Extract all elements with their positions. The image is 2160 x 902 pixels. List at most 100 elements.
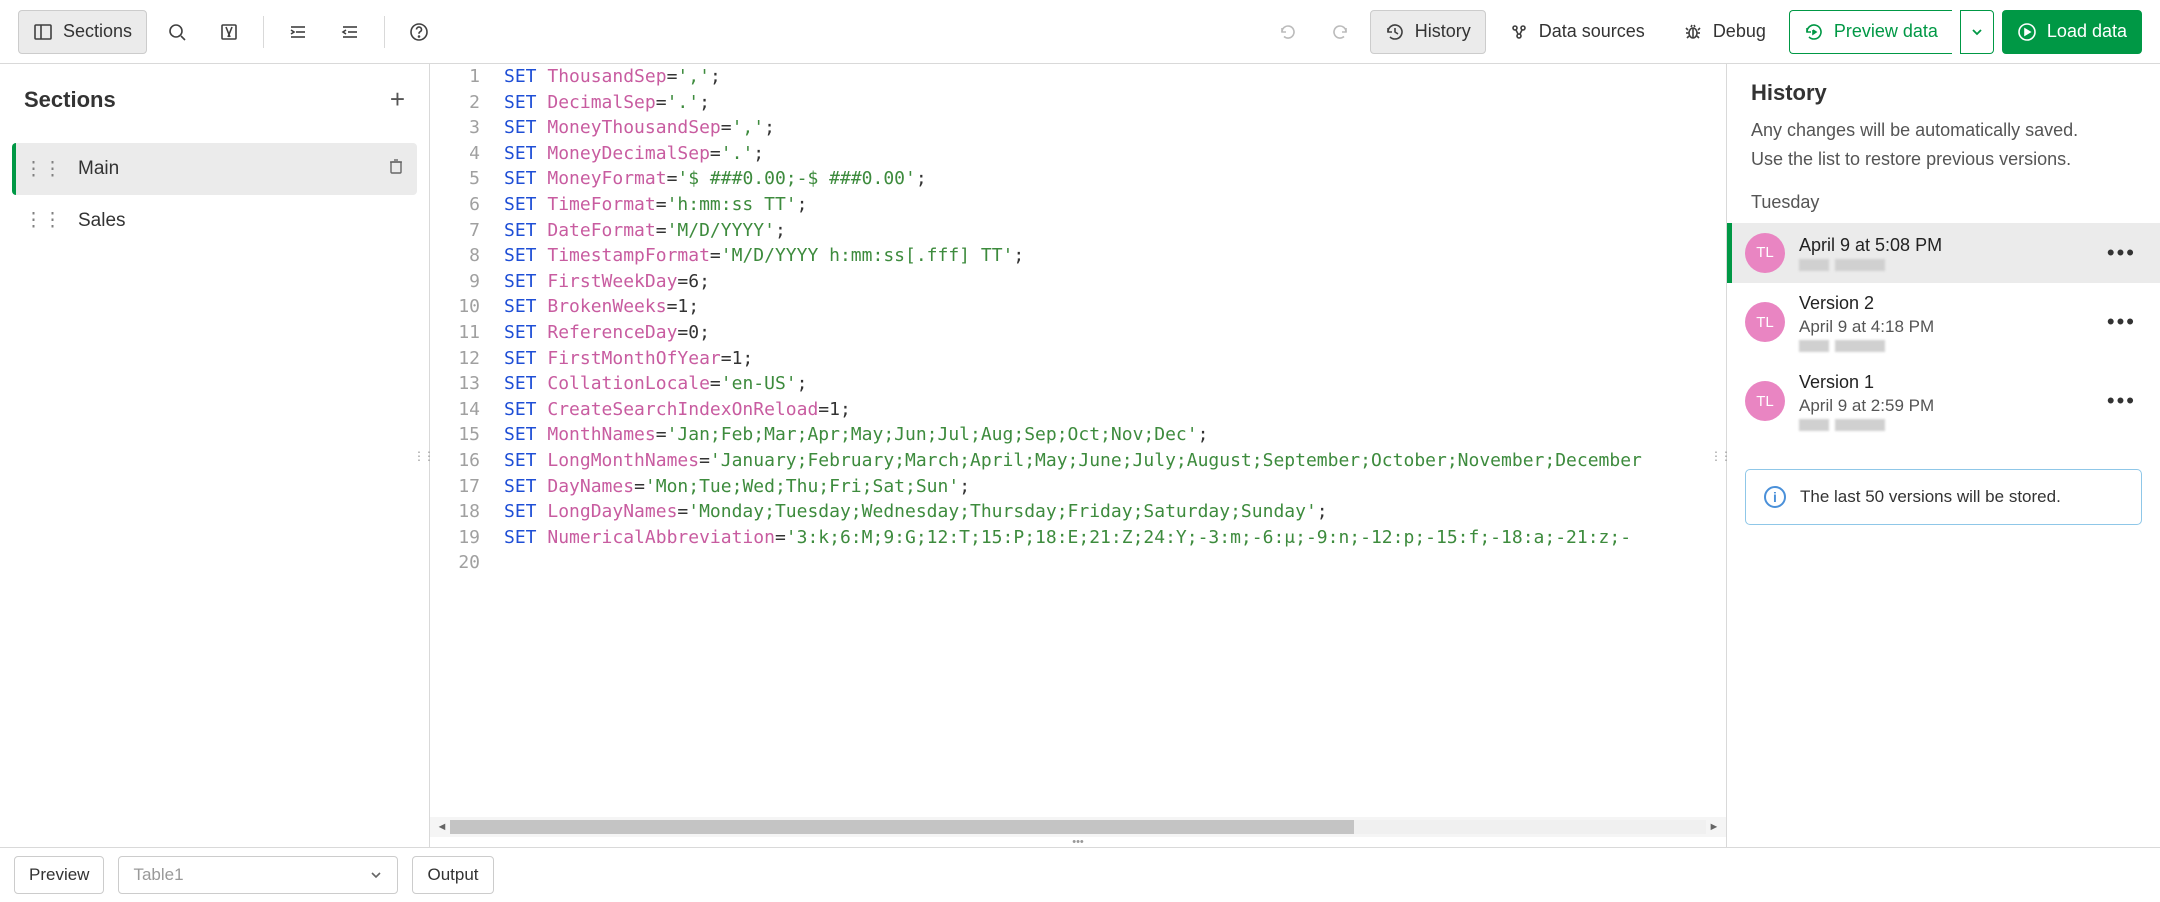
history-button-label: History <box>1415 21 1471 42</box>
code-line[interactable]: SET DayNames='Mon;Tue;Wed;Thu;Fri;Sat;Su… <box>504 474 1726 500</box>
bottom-bar: Preview Table1 Output <box>0 847 2160 902</box>
section-item-label: Main <box>78 158 119 180</box>
search-icon <box>167 22 187 42</box>
history-day-label: Tuesday <box>1751 192 2136 213</box>
code-line[interactable]: SET MoneyDecimalSep='.'; <box>504 141 1726 167</box>
output-tab-button[interactable]: Output <box>412 856 493 894</box>
history-icon <box>1385 22 1405 42</box>
version-timestamp: April 9 at 4:18 PM <box>1799 317 2093 337</box>
undo-icon <box>1278 22 1298 42</box>
version-author-redacted <box>1799 419 2093 431</box>
load-data-button[interactable]: Load data <box>2002 10 2142 54</box>
code-line[interactable]: SET LongDayNames='Monday;Tuesday;Wednesd… <box>504 499 1726 525</box>
code-line[interactable]: SET MoneyThousandSep=','; <box>504 115 1726 141</box>
scroll-right-arrow[interactable]: ► <box>1706 821 1722 833</box>
version-menu-button[interactable]: ••• <box>2107 240 2136 266</box>
code-line[interactable]: SET NumericalAbbreviation='3:k;6:M;9:G;1… <box>504 525 1726 551</box>
splitter-bottom[interactable]: ••• <box>430 837 1726 847</box>
indent-button[interactable] <box>276 10 320 54</box>
data-sources-button[interactable]: Data sources <box>1494 10 1660 54</box>
code-line[interactable]: SET FirstMonthOfYear=1; <box>504 346 1726 372</box>
code-line[interactable]: SET ThousandSep=','; <box>504 64 1726 90</box>
version-item[interactable]: TL Version 2 April 9 at 4:18 PM ••• <box>1727 283 2160 362</box>
comment-toggle-button[interactable] <box>207 10 251 54</box>
drag-handle-icon[interactable]: ⋮⋮ <box>24 158 62 181</box>
info-icon: i <box>1764 486 1786 508</box>
version-item[interactable]: TL Version 1 April 9 at 2:59 PM ••• <box>1727 362 2160 441</box>
redo-icon <box>1330 22 1350 42</box>
preview-tab-button[interactable]: Preview <box>14 856 104 894</box>
code-line[interactable]: SET LongMonthNames='January;February;Mar… <box>504 448 1726 474</box>
code-editor[interactable]: 1234567891011121314151617181920 SET Thou… <box>430 64 1727 847</box>
delete-section-button[interactable] <box>387 157 405 181</box>
code-line[interactable]: SET CreateSearchIndexOnReload=1; <box>504 397 1726 423</box>
drag-handle-icon[interactable]: ⋮⋮ <box>24 209 62 232</box>
preview-data-button[interactable]: Preview data <box>1789 10 1952 54</box>
outdent-icon <box>340 22 360 42</box>
help-button[interactable] <box>397 10 441 54</box>
sections-toggle-button[interactable]: Sections <box>18 10 147 54</box>
code-line[interactable]: SET CollationLocale='en-US'; <box>504 371 1726 397</box>
history-description: Any changes will be automatically saved.… <box>1751 116 2136 174</box>
code-line[interactable]: SET DecimalSep='.'; <box>504 90 1726 116</box>
code-line[interactable]: SET MonthNames='Jan;Feb;Mar;Apr;May;Jun;… <box>504 422 1726 448</box>
sections-title: Sections <box>24 87 116 113</box>
version-menu-button[interactable]: ••• <box>2107 388 2136 414</box>
panel-left-icon <box>33 22 53 42</box>
splitter-right[interactable]: ⋮⋮ <box>1710 449 1730 463</box>
chevron-down-icon <box>369 868 383 882</box>
toolbar-divider <box>384 16 385 48</box>
version-title: April 9 at 5:08 PM <box>1799 235 2093 256</box>
add-section-button[interactable]: + <box>390 84 405 115</box>
code-line[interactable]: SET FirstWeekDay=6; <box>504 269 1726 295</box>
undo-button[interactable] <box>1266 10 1310 54</box>
indent-icon <box>288 22 308 42</box>
table-select[interactable]: Table1 <box>118 856 398 894</box>
data-sources-button-label: Data sources <box>1539 21 1645 42</box>
history-title: History <box>1751 80 2136 106</box>
toolbar-divider <box>263 16 264 48</box>
section-item-sales[interactable]: ⋮⋮ Sales <box>12 195 417 246</box>
scroll-thumb[interactable] <box>450 820 1354 834</box>
code-line[interactable] <box>504 550 1726 576</box>
preview-data-dropdown[interactable] <box>1960 10 1994 54</box>
section-item-label: Sales <box>78 210 126 232</box>
code-line[interactable]: SET BrokenWeeks=1; <box>504 294 1726 320</box>
preview-icon <box>1804 22 1824 42</box>
comment-icon <box>219 22 239 42</box>
help-icon <box>409 22 429 42</box>
debug-icon <box>1683 22 1703 42</box>
avatar: TL <box>1745 302 1785 342</box>
outdent-button[interactable] <box>328 10 372 54</box>
version-title: Version 1 <box>1799 372 2093 393</box>
sections-toggle-label: Sections <box>63 21 132 42</box>
section-item-main[interactable]: ⋮⋮ Main <box>12 143 417 195</box>
redo-button[interactable] <box>1318 10 1362 54</box>
debug-button[interactable]: Debug <box>1668 10 1781 54</box>
code-line[interactable]: SET TimeFormat='h:mm:ss TT'; <box>504 192 1726 218</box>
horizontal-scrollbar[interactable]: ◄ ► <box>430 817 1726 837</box>
code-line[interactable]: SET MoneyFormat='$ ###0.00;-$ ###0.00'; <box>504 166 1726 192</box>
avatar: TL <box>1745 233 1785 273</box>
search-button[interactable] <box>155 10 199 54</box>
scroll-left-arrow[interactable]: ◄ <box>434 821 450 833</box>
history-info-box: i The last 50 versions will be stored. <box>1745 469 2142 525</box>
version-timestamp: April 9 at 2:59 PM <box>1799 396 2093 416</box>
history-info-text: The last 50 versions will be stored. <box>1800 487 2061 507</box>
version-menu-button[interactable]: ••• <box>2107 309 2136 335</box>
code-line[interactable]: SET TimestampFormat='M/D/YYYY h:mm:ss[.f… <box>504 243 1726 269</box>
avatar: TL <box>1745 381 1785 421</box>
preview-data-button-label: Preview data <box>1834 21 1938 42</box>
version-author-redacted <box>1799 340 2093 352</box>
code-line[interactable]: SET ReferenceDay=0; <box>504 320 1726 346</box>
debug-button-label: Debug <box>1713 21 1766 42</box>
version-item[interactable]: TL April 9 at 5:08 PM ••• <box>1727 223 2160 283</box>
table-select-value: Table1 <box>133 865 183 885</box>
data-sources-icon <box>1509 22 1529 42</box>
load-data-button-label: Load data <box>2047 21 2127 42</box>
code-line[interactable]: SET DateFormat='M/D/YYYY'; <box>504 218 1726 244</box>
history-panel: History Any changes will be automaticall… <box>1727 64 2160 847</box>
version-title: Version 2 <box>1799 293 2093 314</box>
history-button[interactable]: History <box>1370 10 1486 54</box>
chevron-down-icon <box>1970 25 1984 39</box>
